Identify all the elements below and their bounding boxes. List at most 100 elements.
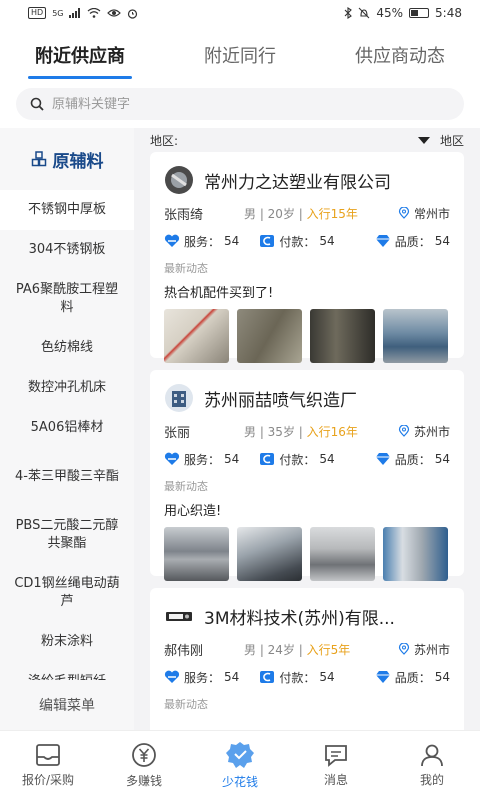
city-name: 苏州市 xyxy=(413,642,450,657)
gender-age: 男 | 35岁 | xyxy=(244,424,307,439)
signal-icon xyxy=(69,8,81,18)
activity-photo[interactable] xyxy=(310,309,375,363)
company-name[interactable]: 苏州丽喆喷气织造厂 xyxy=(204,386,357,411)
yen-coin-icon[interactable] xyxy=(130,742,158,768)
caret-down-icon[interactable] xyxy=(417,136,430,144)
supplier-card[interactable]: 苏州丽喆喷气织造厂 张丽 男 | 35岁 | 入行16年 苏州市 服务： 54 付… xyxy=(150,370,464,581)
company-logo xyxy=(165,384,193,412)
category-item[interactable]: PA6聚酰胺工程塑料 xyxy=(0,270,134,328)
company-name[interactable]: 常州力之达塑业有限公司 xyxy=(204,168,391,193)
category-item[interactable]: 304不锈钢板 xyxy=(0,230,134,270)
tab-nearby-peers[interactable]: 附近同行 xyxy=(160,34,320,68)
nav-label: 我的 xyxy=(419,773,444,787)
location-pin-icon xyxy=(398,425,410,437)
activity-photo[interactable] xyxy=(237,309,302,363)
category-item[interactable]: PBS二元酸二元醇共聚酯 xyxy=(0,506,134,564)
mute-icon xyxy=(358,7,370,19)
quality-rating: 品质： 54 xyxy=(355,451,450,468)
category-item[interactable]: 4-苯三甲酸三辛酯 xyxy=(0,448,134,506)
payment-label: 付款： xyxy=(279,234,316,249)
contact-meta: 男 | 20岁 | 入行15年 xyxy=(244,205,398,222)
service-label: 服务： xyxy=(184,670,221,685)
tab-nearby-suppliers[interactable]: 附近供应商 xyxy=(0,34,160,79)
alarm-icon xyxy=(128,8,138,19)
gender-age: 男 | 20岁 | xyxy=(244,206,307,221)
nav-earn-more[interactable]: 多赚钱 xyxy=(96,731,192,800)
category-item[interactable]: CD1钢丝绳电动葫芦 xyxy=(0,564,134,622)
network-type: 5G xyxy=(52,8,64,18)
city-name: 苏州市 xyxy=(413,424,450,439)
payment-label: 付款： xyxy=(279,670,316,685)
edit-menu-button[interactable]: 编辑菜单 xyxy=(0,680,134,730)
diamond-icon xyxy=(375,235,390,247)
badge-icon[interactable] xyxy=(225,741,255,769)
service-label: 服务： xyxy=(184,234,221,249)
company-logo xyxy=(166,612,192,621)
activity-photo[interactable] xyxy=(310,527,375,581)
supplier-card[interactable]: 常州力之达塑业有限公司 张雨绮 男 | 20岁 | 入行15年 常州市 服务： 5… xyxy=(150,152,464,363)
eye-icon xyxy=(107,9,122,17)
service-label: 服务： xyxy=(184,452,221,467)
activity-photo[interactable] xyxy=(383,527,448,581)
quality-rating: 品质： 54 xyxy=(355,233,450,250)
status-right: 45% 5:48 xyxy=(344,6,462,20)
quality-label: 品质： xyxy=(394,234,431,249)
battery-percent: 45% xyxy=(376,6,404,20)
sidebar-header: 原辅料 xyxy=(0,128,134,190)
region-selector[interactable]: 地区 xyxy=(417,132,464,149)
years-in-industry: 入行5年 xyxy=(306,642,351,657)
location-pin-icon xyxy=(398,643,410,655)
latest-activity-text: 用心织造! xyxy=(164,504,222,519)
activity-photo[interactable] xyxy=(383,309,448,363)
person-icon[interactable] xyxy=(420,743,444,767)
contact-meta: 男 | 35岁 | 入行16年 xyxy=(244,423,398,440)
heart-hand-icon xyxy=(164,670,180,683)
location: 苏州市 xyxy=(398,641,450,658)
category-item[interactable]: 5A06铝棒材 xyxy=(0,408,134,448)
activity-photo[interactable] xyxy=(164,527,229,581)
nav-quote-purchase[interactable]: 报价/采购 xyxy=(0,731,96,800)
nav-label: 消息 xyxy=(323,773,348,787)
diamond-icon xyxy=(375,453,390,465)
company-logo xyxy=(165,166,193,194)
service-rating: 服务： 54 xyxy=(164,233,259,250)
nav-profile[interactable]: 我的 xyxy=(384,731,480,800)
tab-supplier-feed[interactable]: 供应商动态 xyxy=(320,34,480,68)
card-title-row: 3M材料技术(苏州)有限... xyxy=(164,598,450,634)
category-list: 不锈钢中厚板 304不锈钢板 PA6聚酰胺工程塑料 色纺棉线 数控冲孔机床 5A… xyxy=(0,190,134,680)
payment-rating: 付款： 54 xyxy=(259,669,354,686)
nav-save-money[interactable]: 少花钱 xyxy=(192,731,288,800)
chat-icon[interactable] xyxy=(323,743,349,767)
quality-value: 54 xyxy=(434,670,450,684)
inbox-icon[interactable] xyxy=(35,743,61,767)
category-item[interactable]: 数控冲孔机床 xyxy=(0,368,134,408)
rating-row: 服务： 54 付款： 54 品质： 54 xyxy=(164,668,450,686)
activity-photo[interactable] xyxy=(164,309,229,363)
city-name: 常州市 xyxy=(413,206,450,221)
activity-photo[interactable] xyxy=(237,527,302,581)
search-input[interactable] xyxy=(52,96,432,112)
category-item[interactable]: 粉末涂料 xyxy=(0,622,134,662)
info-row: 郝伟刚 男 | 24岁 | 入行5年 苏州市 xyxy=(164,640,450,659)
latest-activity-text: 热合机配件买到了! xyxy=(164,286,274,301)
region-value[interactable]: 地区 xyxy=(440,132,464,149)
bluetooth-icon xyxy=(344,7,353,19)
category-item[interactable]: 不锈钢中厚板 xyxy=(0,190,134,230)
status-bar: HD 5G 45% 5:48 xyxy=(0,0,480,26)
quality-label: 品质： xyxy=(394,670,431,685)
latest-activity-label: 最新动态 xyxy=(164,698,208,711)
category-item[interactable]: 色纺棉线 xyxy=(0,328,134,368)
supplier-list: 地区: 地区 常州力之达塑业有限公司 张雨绮 男 | 20岁 | 入行15年 常… xyxy=(134,128,480,730)
supplier-card[interactable]: 3M材料技术(苏州)有限... 郝伟刚 男 | 24岁 | 入行5年 苏州市 服… xyxy=(150,588,464,730)
battery-icon xyxy=(409,8,430,18)
nav-messages[interactable]: 消息 xyxy=(288,731,384,800)
company-name[interactable]: 3M材料技术(苏州)有限... xyxy=(204,604,395,629)
search-bar xyxy=(16,88,464,120)
category-item[interactable]: 涤纶毛型短纤 xyxy=(0,662,134,680)
service-value: 54 xyxy=(224,670,240,684)
region-filter: 地区: 地区 xyxy=(134,128,480,152)
latest-activity-label: 最新动态 xyxy=(164,262,208,275)
activity-photos xyxy=(164,309,450,363)
payment-rating: 付款： 54 xyxy=(259,451,354,468)
payment-label: 付款： xyxy=(279,452,316,467)
